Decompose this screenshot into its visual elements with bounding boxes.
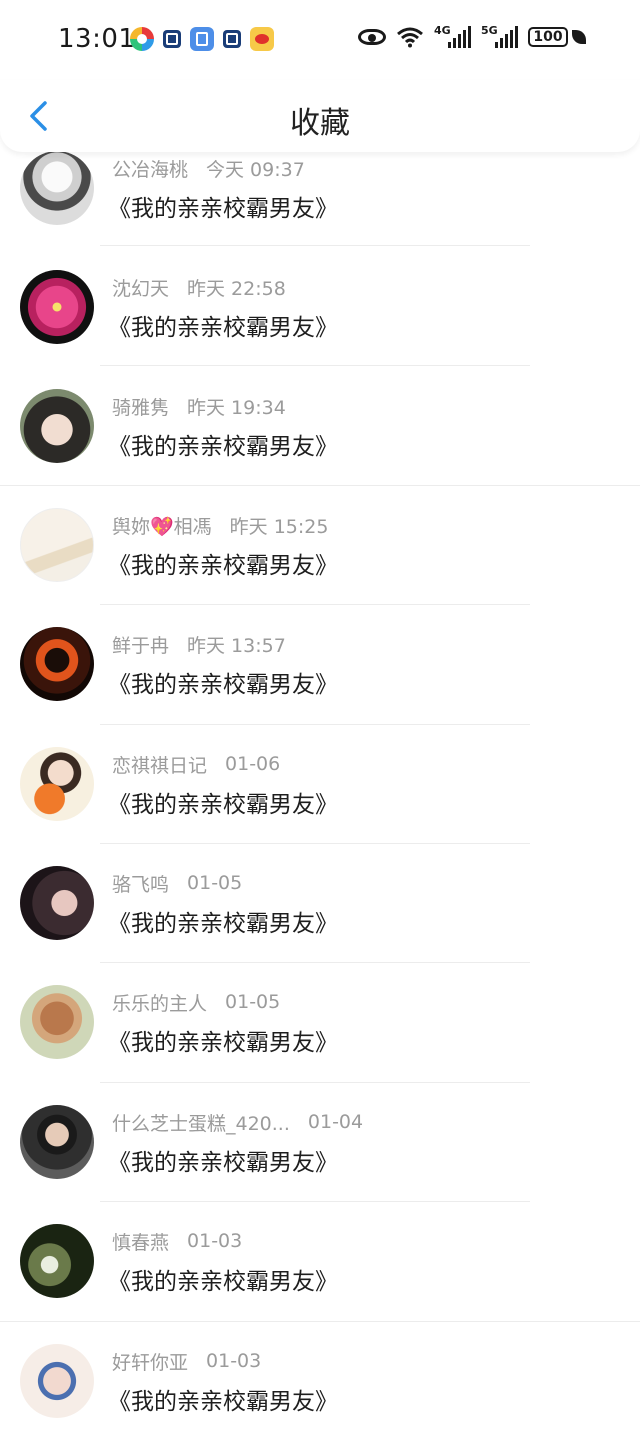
- item-title: 《我的亲亲校霸男友》: [108, 1269, 338, 1295]
- divider: [100, 604, 530, 605]
- item-author: 慎春燕: [112, 1231, 170, 1254]
- avatar[interactable]: [20, 270, 94, 344]
- eye-icon: [358, 29, 386, 45]
- item-time: 今天 09:37: [206, 158, 305, 181]
- item-time: 昨天 13:57: [187, 634, 286, 657]
- weibo-icon: [250, 27, 274, 51]
- list-item[interactable]: 骑雅隽 昨天 19:34 《我的亲亲校霸男友》: [0, 389, 640, 508]
- dk-app-icon: [163, 30, 181, 48]
- list-item[interactable]: 舆妳💖相馮 昨天 15:25 《我的亲亲校霸男友》: [0, 508, 640, 627]
- divider: [100, 365, 530, 366]
- item-title: 《我的亲亲校霸男友》: [108, 1389, 338, 1415]
- wifi-icon: [397, 27, 423, 48]
- list-item[interactable]: 鲜于冉 昨天 13:57 《我的亲亲校霸男友》: [0, 627, 640, 746]
- item-time: 01-05: [225, 991, 281, 1013]
- item-time: 01-05: [187, 872, 243, 894]
- item-author: 什么芝士蛋糕_420...: [112, 1112, 290, 1135]
- status-bar: 13:01 4G 5G 100: [0, 0, 640, 80]
- item-title: 《我的亲亲校霸男友》: [108, 792, 338, 818]
- item-author: 骆飞鸣: [112, 873, 170, 896]
- notification-icons: [130, 27, 274, 51]
- item-title: 《我的亲亲校霸男友》: [108, 672, 338, 698]
- item-time: 01-06: [225, 753, 281, 775]
- avatar[interactable]: [20, 508, 94, 582]
- item-time: 昨天 15:25: [229, 515, 329, 538]
- list-item[interactable]: 什么芝士蛋糕_420... 01-04 《我的亲亲校霸男友》: [0, 1105, 640, 1224]
- avatar[interactable]: [20, 627, 94, 701]
- list-item[interactable]: 公冶海桃 今天 09:37 《我的亲亲校霸男友》: [0, 151, 640, 270]
- item-author: 沈幻天: [112, 277, 170, 300]
- network-4g-label: 4G: [434, 24, 451, 37]
- list-item[interactable]: 乐乐的主人 01-05 《我的亲亲校霸男友》: [0, 985, 640, 1104]
- divider: [100, 1082, 530, 1083]
- page-title: 收藏: [290, 106, 350, 141]
- gallery-icon: [130, 27, 154, 51]
- signal-4g-icon: 4G: [434, 24, 471, 48]
- item-title: 《我的亲亲校霸男友》: [108, 911, 338, 937]
- item-title: 《我的亲亲校霸男友》: [108, 196, 338, 222]
- divider: [100, 724, 530, 725]
- avatar[interactable]: [20, 151, 94, 225]
- list-item[interactable]: 好轩你亚 01-03 《我的亲亲校霸男友》: [0, 1344, 640, 1429]
- divider: [100, 245, 530, 246]
- item-author: 鲜于冉: [112, 634, 170, 657]
- lock-app-icon: [190, 27, 214, 51]
- signal-5g-icon: 5G: [481, 24, 518, 48]
- item-title: 《我的亲亲校霸男友》: [108, 315, 338, 341]
- divider: [0, 485, 640, 486]
- header-bar: 收藏: [0, 80, 640, 152]
- list-item[interactable]: 恋祺祺日记 01-06 《我的亲亲校霸男友》: [0, 747, 640, 866]
- status-time: 13:01: [58, 24, 136, 54]
- battery-level: 100: [528, 27, 568, 47]
- system-icons: 4G 5G 100: [358, 24, 586, 48]
- divider: [100, 843, 530, 844]
- battery-icon: 100: [528, 27, 586, 47]
- item-title: 《我的亲亲校霸男友》: [108, 553, 338, 579]
- item-author: 公冶海桃: [112, 158, 189, 181]
- item-title: 《我的亲亲校霸男友》: [108, 1030, 338, 1056]
- item-time: 01-03: [187, 1230, 243, 1252]
- avatar[interactable]: [20, 747, 94, 821]
- list-item[interactable]: 骆飞鸣 01-05 《我的亲亲校霸男友》: [0, 866, 640, 985]
- item-author: 骑雅隽: [112, 396, 170, 419]
- divider: [100, 1201, 530, 1202]
- avatar[interactable]: [20, 1224, 94, 1298]
- item-time: 昨天 22:58: [187, 277, 286, 300]
- item-title: 《我的亲亲校霸男友》: [108, 434, 338, 460]
- network-5g-label: 5G: [481, 24, 498, 37]
- item-time: 01-04: [307, 1111, 364, 1133]
- item-time: 昨天 19:34: [187, 396, 286, 419]
- avatar[interactable]: [20, 985, 94, 1059]
- divider: [100, 962, 530, 963]
- list-item[interactable]: 沈幻天 昨天 22:58 《我的亲亲校霸男友》: [0, 270, 640, 389]
- avatar[interactable]: [20, 866, 94, 940]
- divider: [0, 1321, 640, 1322]
- list-item[interactable]: 慎春燕 01-03 《我的亲亲校霸男友》: [0, 1224, 640, 1343]
- avatar[interactable]: [20, 1105, 94, 1179]
- avatar[interactable]: [20, 389, 94, 463]
- item-time: 01-03: [206, 1350, 262, 1372]
- item-author: 恋祺祺日记: [112, 754, 208, 777]
- avatar[interactable]: [20, 1344, 94, 1418]
- item-author: 好轩你亚: [112, 1351, 189, 1374]
- leaf-icon: [572, 30, 586, 44]
- item-author: 乐乐的主人: [112, 992, 208, 1015]
- item-title: 《我的亲亲校霸男友》: [108, 1150, 338, 1176]
- dk-app-icon: [223, 30, 241, 48]
- item-author: 舆妳💖相馮: [112, 515, 212, 538]
